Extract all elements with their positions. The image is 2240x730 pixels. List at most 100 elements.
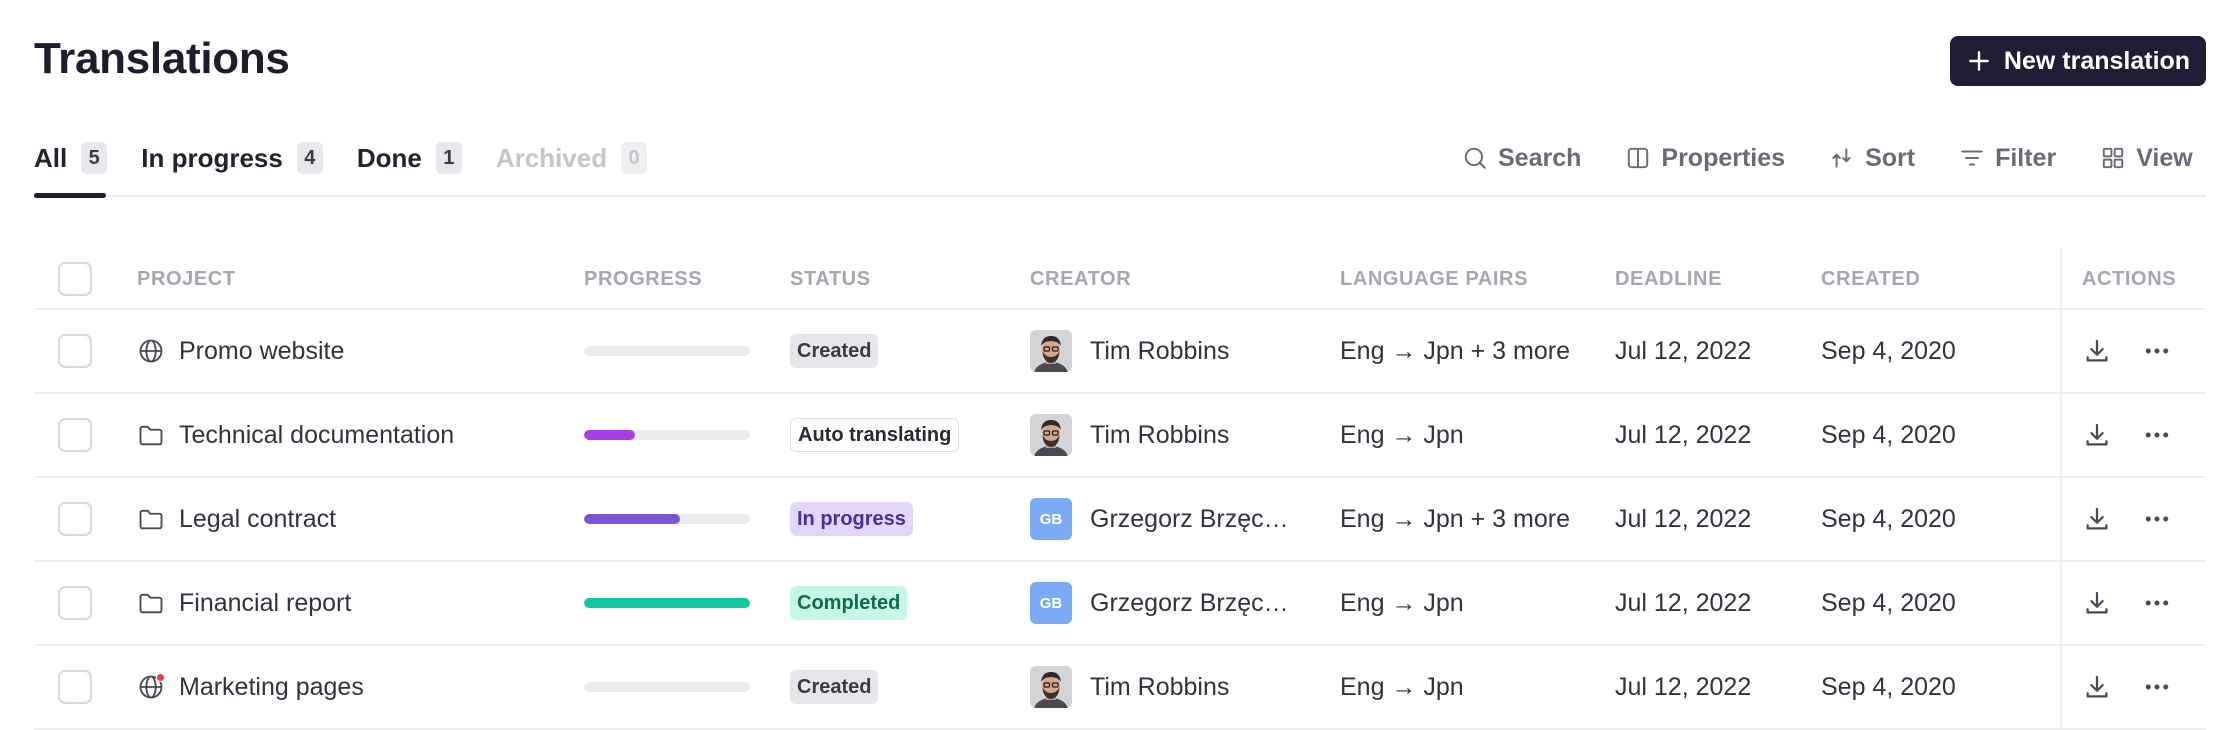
tab-in-progress[interactable]: In progress 4: [141, 138, 323, 178]
toolbar: Search Properties Sort Filter View: [1462, 138, 2193, 178]
created-date: Sep 4, 2020: [1821, 336, 1956, 365]
project-cell[interactable]: Marketing pages: [137, 646, 364, 728]
creator-name: Grzegorz Brzęczyszczykiewicz: [1090, 504, 1300, 533]
select-all-checkbox[interactable]: [58, 262, 92, 296]
progress-bar: [584, 598, 750, 608]
row-checkbox[interactable]: [58, 334, 92, 368]
filter-icon: [1961, 150, 1983, 166]
language-pairs: Eng → Jpn + 3 more: [1340, 504, 1570, 533]
folder-icon: [137, 589, 165, 617]
column-header-creator[interactable]: Creator: [1030, 248, 1131, 308]
download-icon[interactable]: [2082, 420, 2112, 450]
table-row[interactable]: Promo website Created Tim Robbins Eng → Jpn…: [34, 310, 2206, 394]
project-cell[interactable]: Technical documentation: [137, 394, 454, 476]
column-header-progress[interactable]: Progress: [584, 248, 702, 308]
tab-done[interactable]: Done 1: [357, 138, 462, 178]
status-badge: Created: [790, 334, 879, 368]
project-name: Legal contract: [179, 504, 337, 533]
table-row[interactable]: Legal contract In progress GB Grzegorz Brzę…: [34, 478, 2206, 562]
globe-icon: [137, 337, 165, 365]
more-options-icon[interactable]: [2142, 336, 2172, 366]
tab-all[interactable]: All 5: [34, 138, 108, 178]
column-header-deadline[interactable]: Deadline: [1615, 248, 1722, 308]
download-icon[interactable]: [2082, 504, 2112, 534]
creator-cell: GB Grzegorz Brzęczyszczykiewicz: [1030, 562, 1300, 644]
search-button[interactable]: Search: [1462, 144, 1581, 173]
avatar: [1030, 666, 1072, 708]
tab-all-label: All: [34, 142, 68, 173]
tab-done-label: Done: [356, 142, 422, 173]
table-row[interactable]: Technical documentation Auto translating T…: [34, 394, 2206, 478]
columns-icon: [1628, 147, 1649, 169]
progress-bar: [584, 346, 750, 356]
new-translation-label: New translation: [2003, 46, 2191, 75]
language-pairs: Eng → Jpn + 3 more: [1340, 336, 1570, 365]
tab-archived[interactable]: Archived 0: [496, 138, 648, 178]
download-icon[interactable]: [2082, 588, 2112, 618]
more-options-icon[interactable]: [2142, 588, 2172, 618]
avatar: [1030, 414, 1072, 456]
sort-button[interactable]: Sort: [1829, 144, 1915, 173]
new-translation-button[interactable]: New translation: [1950, 36, 2206, 86]
deadline-date: Jul 12, 2022: [1615, 336, 1752, 365]
project-cell[interactable]: Financial report: [137, 562, 351, 644]
download-icon[interactable]: [2082, 672, 2112, 702]
more-options-icon[interactable]: [2142, 420, 2172, 450]
creator-cell: GB Grzegorz Brzęczyszczykiewicz: [1030, 478, 1300, 560]
column-header-status[interactable]: Status: [790, 248, 871, 308]
column-header-project[interactable]: Project: [137, 248, 236, 308]
status-badge: In progress: [790, 502, 913, 536]
row-checkbox[interactable]: [58, 502, 92, 536]
progress-fill: [584, 598, 750, 608]
progress-bar: [584, 682, 750, 692]
project-name: Promo website: [179, 336, 345, 365]
tabs-divider: [34, 195, 2206, 197]
project-name: Financial report: [179, 588, 352, 617]
language-pairs: Eng → Jpn: [1340, 588, 1464, 617]
grid-icon: [2103, 147, 2124, 169]
deadline-date: Jul 12, 2022: [1615, 588, 1752, 617]
tab-all-count: 5: [81, 142, 108, 174]
creator-cell: Tim Robbins: [1030, 646, 1229, 728]
table-row[interactable]: Marketing pages Created Tim Robbins Eng → J…: [34, 646, 2206, 730]
column-header-language-pairs[interactable]: Language pairs: [1340, 248, 1528, 308]
deadline-date: Jul 12, 2022: [1615, 420, 1752, 449]
row-checkbox[interactable]: [58, 586, 92, 620]
properties-button[interactable]: Properties: [1625, 144, 1785, 173]
created-date: Sep 4, 2020: [1821, 420, 1956, 449]
deadline-date: Jul 12, 2022: [1615, 504, 1752, 533]
row-checkbox[interactable]: [58, 418, 92, 452]
sort-label: Sort: [1865, 143, 1916, 172]
view-button[interactable]: View: [2100, 144, 2193, 173]
search-icon: [1464, 147, 1486, 169]
filter-label: Filter: [1995, 143, 2057, 172]
row-checkbox[interactable]: [58, 670, 92, 704]
tab-bar: All 5 In progress 4 Done 1 Archived 0: [34, 138, 681, 178]
table-row[interactable]: Financial report Completed GB Grzegorz Brzę…: [34, 562, 2206, 646]
more-options-icon[interactable]: [2142, 504, 2172, 534]
project-name: Technical documentation: [179, 420, 455, 449]
project-cell[interactable]: Legal contract: [137, 478, 336, 560]
folder-icon: [137, 505, 165, 533]
folder-icon: [137, 421, 165, 449]
view-label: View: [2136, 143, 2193, 172]
column-header-created[interactable]: Created: [1821, 248, 1920, 308]
table-header: Project Progress Status Creator Language…: [34, 248, 2206, 310]
notification-dot: [156, 673, 165, 682]
creator-cell: Tim Robbins: [1030, 310, 1229, 392]
status-badge: Completed: [790, 586, 908, 620]
progress-fill: [584, 430, 636, 440]
download-icon[interactable]: [2082, 336, 2112, 366]
language-pairs: Eng → Jpn: [1340, 672, 1464, 701]
tab-archived-count: 0: [621, 142, 648, 174]
progress-fill: [584, 514, 681, 524]
avatar: GB: [1030, 498, 1072, 540]
avatar: [1030, 330, 1072, 372]
project-cell[interactable]: Promo website: [137, 310, 344, 392]
progress-bar: [584, 514, 750, 524]
filter-button[interactable]: Filter: [1959, 144, 2056, 173]
status-badge: Created: [790, 670, 879, 704]
created-date: Sep 4, 2020: [1821, 672, 1956, 701]
more-options-icon[interactable]: [2142, 672, 2172, 702]
creator-name: Tim Robbins: [1090, 672, 1230, 701]
